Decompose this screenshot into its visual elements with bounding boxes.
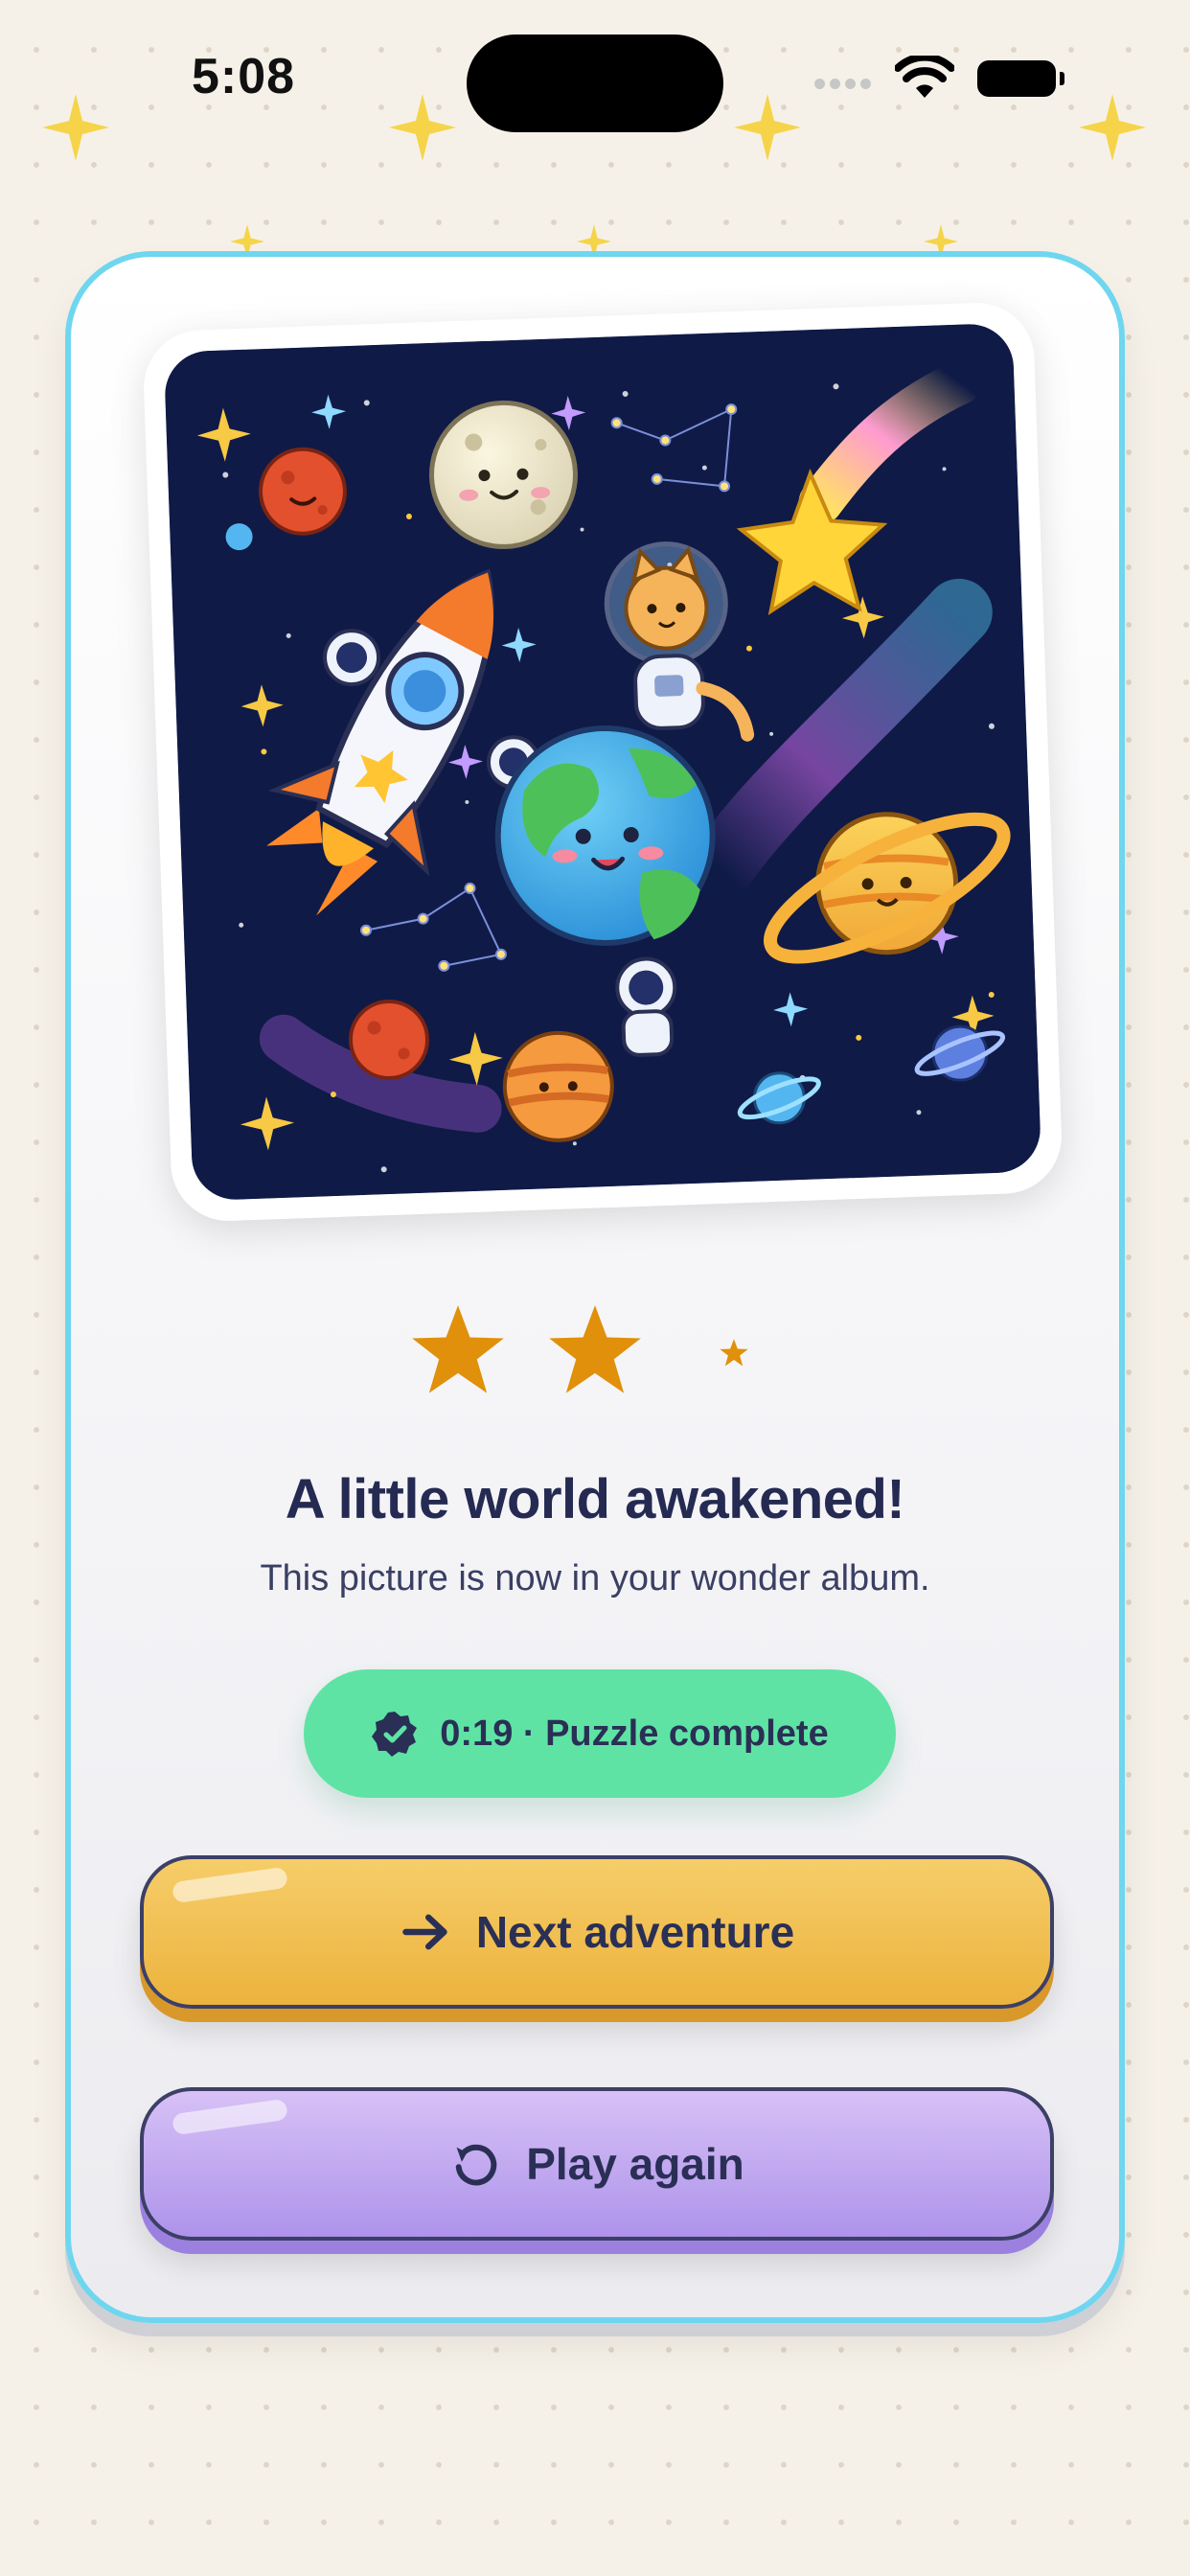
completion-time-text: 0:19 · Puzzle complete (440, 1713, 829, 1754)
sparkle-icon (1079, 94, 1146, 161)
space-scene-image (163, 322, 1042, 1202)
sparkle-icon (389, 94, 456, 161)
star-icon (549, 1305, 641, 1393)
status-bar: 5:08 (0, 0, 1190, 144)
signal-dots-icon (814, 77, 876, 94)
play-again-button[interactable]: Play again (140, 2087, 1054, 2241)
sparkle-icon (42, 94, 109, 161)
result-title: A little world awakened! (285, 1468, 905, 1530)
completed-picture-frame (142, 301, 1064, 1223)
dynamic-island (467, 34, 723, 132)
battery-icon (977, 60, 1064, 97)
status-time: 5:08 (192, 49, 296, 104)
next-adventure-label: Next adventure (475, 1907, 795, 1957)
status-icons (814, 56, 1064, 104)
verified-check-icon (372, 1712, 418, 1757)
replay-icon (455, 2144, 497, 2186)
space-illustration (163, 322, 1042, 1202)
play-again-label: Play again (526, 2139, 744, 2189)
sparkle-icon (734, 94, 801, 161)
wifi-icon (895, 56, 954, 98)
next-adventure-button[interactable]: Next adventure (140, 1855, 1054, 2009)
star-rating (71, 1301, 1119, 1407)
completion-time-badge: 0:19 · Puzzle complete (304, 1669, 896, 1798)
star-empty-icon (720, 1339, 748, 1367)
result-card: A little world awakened! This picture is… (65, 251, 1125, 2323)
arrow-right-icon (402, 1914, 447, 1950)
result-subtitle: This picture is now in your wonder album… (260, 1558, 930, 1598)
star-icon (412, 1305, 504, 1393)
